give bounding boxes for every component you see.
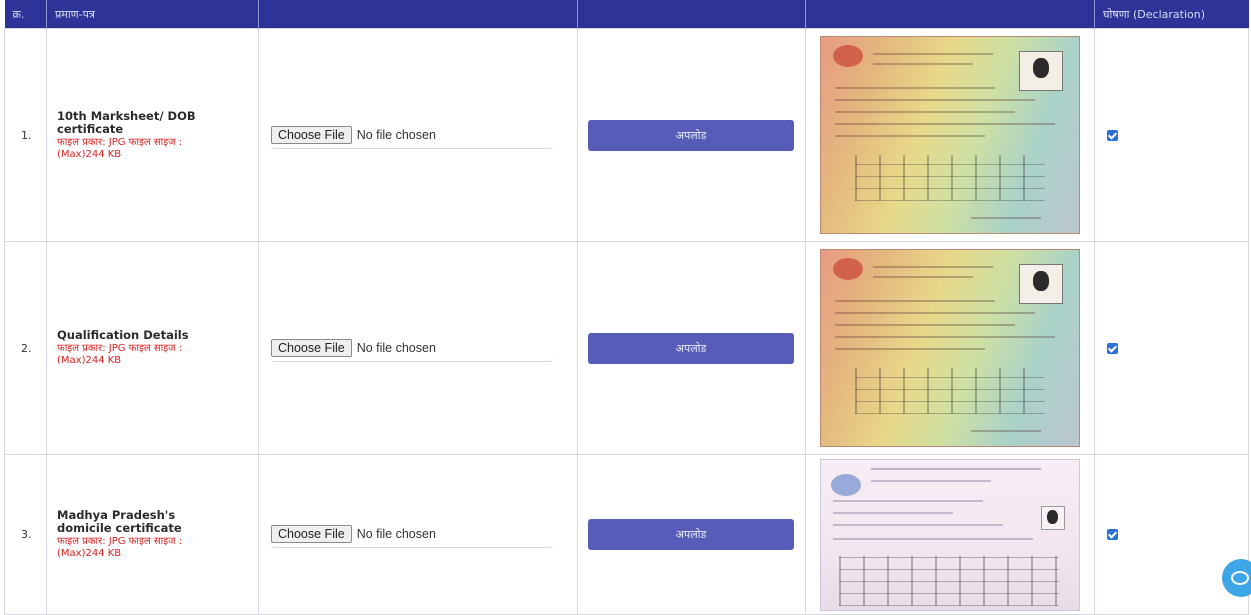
file-status-text: No file chosen [356,127,436,142]
file-type-hint: फाइल प्रकार: JPG फाइल साइज : (Max)244 KB [57,343,183,366]
choose-file-button[interactable]: Choose File [271,125,352,144]
file-type-hint: फाइल प्रकार: JPG फाइल साइज : (Max)244 KB [57,536,183,559]
choose-file-button[interactable]: Choose File [271,525,352,543]
preview-cell [805,241,1095,455]
row-serial: 3. [4,454,47,615]
marks-grid [839,555,1059,606]
preview-cell [805,28,1095,242]
file-cell: Choose File No file chosen [258,241,578,455]
document-upload-table: क्र. प्रमाण-पत्र घोषणा (Declaration) 1. … [4,0,1249,615]
document-cell: 10th Marksheet/ DOB certificate फाइल प्र… [46,28,259,242]
choose-file-button[interactable]: Choose File [271,338,352,357]
header-certificate: प्रमाण-पत्र [46,0,259,29]
document-cell: Qualification Details फाइल प्रकार: JPG फ… [46,241,259,455]
emblem-icon [833,45,863,67]
file-status-text: No file chosen [356,527,436,541]
certificate-preview-image [820,36,1080,234]
upload-cell: अपलोड [577,454,806,615]
file-status-text: No file chosen [356,340,436,355]
header-serial: क्र. [4,0,47,29]
table-row: 1. 10th Marksheet/ DOB certificate फाइल … [4,28,1249,242]
upload-button[interactable]: अपलोड [588,519,794,550]
photo-thumbnail [1019,51,1063,91]
certificate-preview-image [820,458,1080,611]
table-header-row: क्र. प्रमाण-पत्र घोषणा (Declaration) [4,0,1249,29]
declaration-checkbox[interactable] [1107,129,1118,141]
photo-thumbnail [1019,264,1063,304]
declaration-cell [1094,454,1249,615]
marks-grid [855,368,1045,414]
document-cell: Madhya Pradesh's domicile certificate फा… [46,454,259,615]
header-preview [805,0,1095,29]
declaration-cell [1094,28,1249,242]
emblem-icon [831,473,861,496]
table-row: 3. Madhya Pradesh's domicile certificate… [4,454,1249,615]
file-cell: Choose File No file chosen [258,28,578,242]
declaration-checkbox[interactable] [1107,529,1118,540]
declaration-cell [1094,241,1249,455]
row-serial: 2. [4,241,47,455]
row-serial: 1. [4,28,47,242]
photo-thumbnail [1041,505,1065,530]
header-declaration: घोषणा (Declaration) [1094,0,1249,29]
preview-cell [805,454,1095,615]
certificate-preview-image [820,249,1080,447]
document-name: Madhya Pradesh's domicile certificate [57,508,182,535]
upload-cell: अपलोड [577,241,806,455]
document-name: Qualification Details [57,328,189,342]
file-type-hint: फाइल प्रकार: JPG फाइल साइज : (Max)244 KB [57,136,183,160]
file-input[interactable]: Choose File No file chosen [271,521,553,548]
header-file [258,0,578,29]
file-input[interactable]: Choose File No file chosen [271,122,553,149]
file-cell: Choose File No file chosen [258,454,578,615]
upload-button[interactable]: अपलोड [588,119,794,151]
table-row: 2. Qualification Details फाइल प्रकार: JP… [4,241,1249,455]
upload-button[interactable]: अपलोड [588,332,794,364]
declaration-checkbox[interactable] [1107,342,1118,354]
marks-grid [855,155,1045,201]
document-name: 10th Marksheet/ DOB certificate [57,108,196,136]
header-upload [577,0,806,29]
file-input[interactable]: Choose File No file chosen [271,335,553,362]
emblem-icon [833,258,863,280]
upload-cell: अपलोड [577,28,806,242]
